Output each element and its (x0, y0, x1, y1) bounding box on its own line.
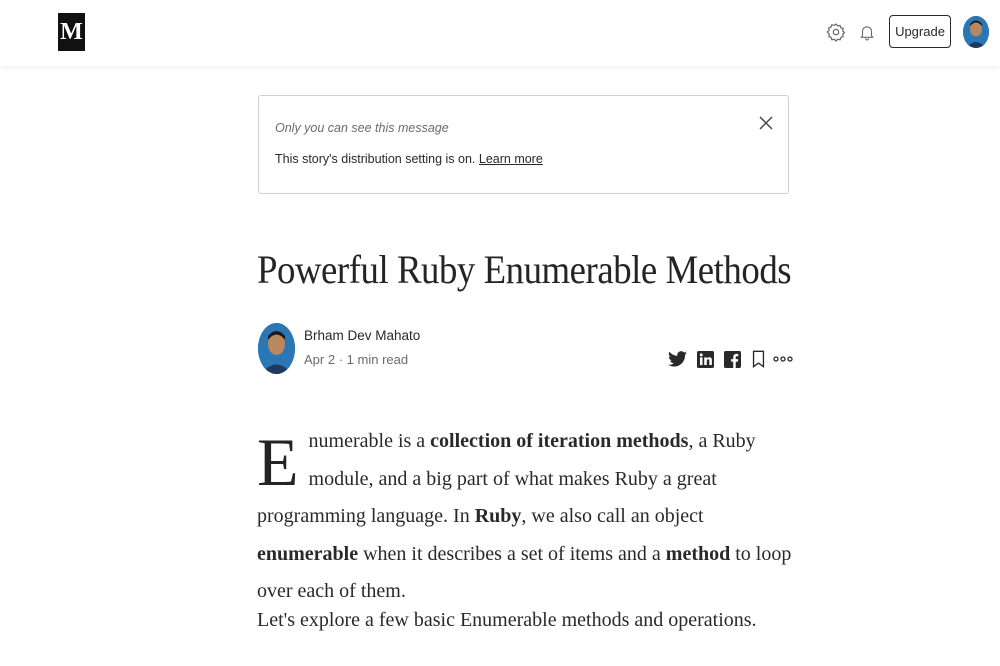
close-icon[interactable] (759, 116, 777, 134)
bell-icon[interactable] (855, 20, 879, 44)
article-title: Powerful Ruby Enumerable Methods (257, 247, 792, 292)
para-bold: enumerable (257, 542, 359, 565)
upgrade-button[interactable]: Upgrade (889, 15, 951, 48)
medium-logo[interactable]: M (58, 13, 85, 51)
twitter-icon[interactable] (666, 348, 688, 370)
para-bold: Ruby (474, 505, 522, 527)
meta-separator: · (338, 352, 344, 367)
article-meta: Apr 2 · 1 min read (304, 352, 408, 367)
gear-icon[interactable] (824, 20, 848, 44)
learn-more-link[interactable]: Learn more (479, 152, 543, 166)
user-avatar[interactable] (963, 16, 989, 48)
more-icon[interactable] (772, 348, 794, 370)
para-text: numerable is a (308, 430, 431, 452)
author-avatar[interactable] (258, 323, 295, 374)
top-bar: M Upgrade (0, 0, 1000, 66)
author-name[interactable]: Brham Dev Mahato (304, 328, 420, 343)
article-paragraph-2: Let's explore a few basic Enumerable met… (257, 609, 757, 631)
publish-date: Apr 2 (304, 352, 336, 367)
para-text: when it describes a set of items and a (358, 542, 666, 565)
bookmark-icon[interactable] (747, 348, 769, 370)
notice-message-text: This story's distribution setting is on. (275, 152, 476, 166)
linkedin-icon[interactable] (694, 348, 716, 370)
visibility-note: Only you can see this message (275, 121, 449, 135)
facebook-icon[interactable] (721, 348, 743, 370)
drop-cap: E (257, 424, 299, 500)
para-text: , we also call an object (521, 505, 704, 527)
distribution-notice: Only you can see this message This story… (258, 95, 789, 194)
para-bold: method (665, 542, 731, 565)
para-bold: collection of iteration methods (430, 430, 689, 452)
read-time: 1 min read (346, 352, 409, 367)
notice-message: This story's distribution setting is on.… (275, 152, 543, 166)
article-paragraph-1: Enumerable is a collection of iteration … (257, 423, 797, 611)
